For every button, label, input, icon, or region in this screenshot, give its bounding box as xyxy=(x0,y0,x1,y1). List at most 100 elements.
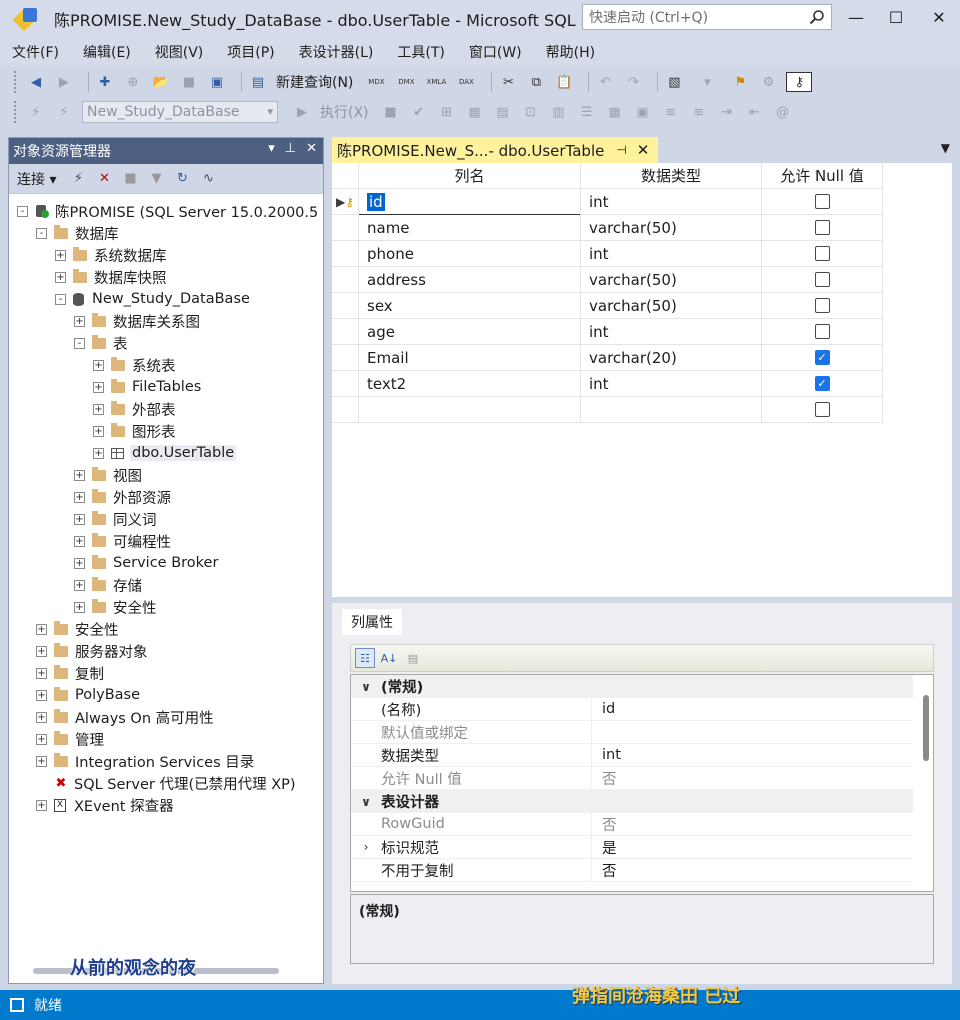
close-window-button[interactable]: ✕ xyxy=(926,6,952,30)
table-row[interactable]: Email varchar(20) ✓ xyxy=(332,345,883,371)
tree-node[interactable]: + 安全性 xyxy=(36,618,119,640)
table-row[interactable]: name varchar(50) xyxy=(332,215,883,241)
tree-node[interactable]: + 服务器对象 xyxy=(36,640,148,662)
row-selector[interactable] xyxy=(332,371,359,397)
expand-chevron-icon[interactable]: › xyxy=(351,840,381,854)
execute-button[interactable]: 执行(X) xyxy=(320,102,369,122)
column-name-cell[interactable]: phone xyxy=(359,241,581,267)
expand-icon[interactable]: + xyxy=(36,623,47,635)
data-type-cell[interactable]: int xyxy=(581,241,762,267)
menu-edit[interactable]: 编辑(E) xyxy=(83,42,131,62)
include-plan-icon[interactable]: ⊡ xyxy=(521,102,541,122)
indent-icon[interactable]: ⇥ xyxy=(717,102,737,122)
property-row[interactable]: 默认值或绑定 xyxy=(351,720,913,744)
data-type-cell[interactable] xyxy=(581,397,762,423)
refresh-icon[interactable]: ↻ xyxy=(174,171,190,187)
tree-node[interactable]: - 陈PROMISE (SQL Server 15.0.2000.5 - xyxy=(17,200,323,222)
tree-node[interactable]: + Always On 高可用性 xyxy=(36,706,214,728)
database-select[interactable]: New_Study_DataBase xyxy=(82,101,278,123)
back-icon[interactable]: ◀ xyxy=(26,72,46,92)
tree-node[interactable]: + 存储 xyxy=(74,574,142,596)
tree-node[interactable]: - New_Study_DataBase xyxy=(55,288,250,310)
tree-node[interactable]: + dbo.UserTable xyxy=(93,442,237,464)
expand-icon[interactable]: + xyxy=(74,513,85,525)
results-file-icon[interactable]: ▣ xyxy=(633,102,653,122)
tree-node[interactable]: - 数据库 xyxy=(36,222,119,244)
activity-monitor-icon[interactable]: ∿ xyxy=(200,171,216,187)
redo-icon[interactable]: ↷ xyxy=(623,72,643,92)
primary-key-icon[interactable]: ⚷ xyxy=(786,72,813,92)
close-icon[interactable]: ✕ xyxy=(637,141,650,159)
forward-icon[interactable]: ▶ xyxy=(54,72,74,92)
dmx-query-icon[interactable]: DMX xyxy=(395,72,417,92)
property-row[interactable]: 数据类型 int xyxy=(351,743,913,767)
row-selector[interactable] xyxy=(332,215,359,241)
expand-icon[interactable]: + xyxy=(93,381,104,393)
property-category[interactable]: ∨ 表设计器 xyxy=(351,790,913,813)
disconnect-icon[interactable]: ✕ xyxy=(96,171,112,187)
mdx-query-icon[interactable]: MDX xyxy=(365,72,387,92)
data-type-cell[interactable]: varchar(50) xyxy=(581,215,762,241)
expand-icon[interactable]: + xyxy=(36,667,47,679)
property-value[interactable]: 否 xyxy=(591,766,911,790)
expand-icon[interactable]: + xyxy=(36,733,47,745)
expand-icon[interactable]: + xyxy=(74,557,85,569)
tree-node[interactable]: + X XEvent 探查器 xyxy=(36,794,174,816)
expand-icon[interactable]: + xyxy=(55,249,66,261)
tree-node[interactable]: + 视图 xyxy=(74,464,142,486)
property-value[interactable]: 是 xyxy=(591,835,911,859)
tree-node[interactable]: + Integration Services 目录 xyxy=(36,750,254,772)
expand-icon[interactable]: + xyxy=(93,403,104,415)
column-header-type[interactable]: 数据类型 xyxy=(581,163,762,189)
display-plan-icon[interactable]: ⊞ xyxy=(437,102,457,122)
client-stats-icon[interactable]: ▥ xyxy=(549,102,569,122)
properties-icon[interactable]: ⚙ xyxy=(758,72,778,92)
tree-node[interactable]: + 安全性 xyxy=(74,596,157,618)
column-name-cell[interactable]: Email xyxy=(359,345,581,371)
xmla-query-icon[interactable]: XMLA xyxy=(425,72,447,92)
filter-icon[interactable]: ▼ xyxy=(148,171,164,187)
stop-icon[interactable]: ■ xyxy=(381,102,401,122)
property-category[interactable]: ∨ (常规) xyxy=(351,675,913,698)
row-selector[interactable]: ▶⚷ xyxy=(332,189,359,215)
collapse-icon[interactable]: - xyxy=(36,227,47,239)
data-type-cell[interactable]: varchar(20) xyxy=(581,345,762,371)
undo-icon[interactable]: ↶ xyxy=(595,72,615,92)
row-selector[interactable] xyxy=(332,397,359,423)
new-query-button[interactable]: 新建查询(N) xyxy=(276,72,353,92)
menu-tools[interactable]: 工具(T) xyxy=(397,42,444,62)
column-name-cell[interactable]: name xyxy=(359,215,581,241)
tree-node[interactable]: + 同义词 xyxy=(74,508,157,530)
column-name-cell[interactable] xyxy=(359,397,581,423)
column-name-cell[interactable]: id xyxy=(359,189,581,215)
menu-help[interactable]: 帮助(H) xyxy=(546,42,595,62)
property-value[interactable]: id xyxy=(591,697,911,721)
table-row[interactable]: ▶⚷ id int xyxy=(332,189,883,215)
dax-query-icon[interactable]: DAX xyxy=(455,72,477,92)
allow-null-checkbox[interactable] xyxy=(814,324,830,339)
activity-monitor-icon[interactable]: ▧ xyxy=(664,72,684,92)
menu-window[interactable]: 窗口(W) xyxy=(469,42,522,62)
alphabetical-icon[interactable]: A↓ xyxy=(379,648,399,668)
pin-icon[interactable]: ⊥ xyxy=(285,141,296,156)
expand-icon[interactable]: + xyxy=(36,645,47,657)
tree-node[interactable]: + 外部资源 xyxy=(74,486,171,508)
menu-project[interactable]: 项目(P) xyxy=(227,42,274,62)
table-row[interactable]: age int xyxy=(332,319,883,345)
property-row[interactable]: 允许 Null 值 否 xyxy=(351,766,913,790)
tree-node[interactable]: -表 xyxy=(74,332,128,354)
menu-view[interactable]: 视图(V) xyxy=(155,42,204,62)
expand-icon[interactable]: + xyxy=(74,535,85,547)
data-type-cell[interactable]: int xyxy=(581,371,762,397)
collapse-icon[interactable]: - xyxy=(17,205,28,217)
collapse-icon[interactable]: - xyxy=(74,337,85,349)
connect-button[interactable]: 连接 ▾ xyxy=(17,169,56,189)
tree-node[interactable]: + 可编程性 xyxy=(74,530,171,552)
allow-null-checkbox[interactable]: ✓ xyxy=(814,350,830,365)
copy-icon[interactable]: ⧉ xyxy=(526,72,546,92)
allow-null-checkbox[interactable] xyxy=(814,220,830,235)
column-name-cell[interactable]: text2 xyxy=(359,371,581,397)
table-row[interactable]: address varchar(50) xyxy=(332,267,883,293)
expand-icon[interactable]: + xyxy=(93,447,104,459)
quick-launch-input[interactable]: 快速启动 (Ctrl+Q) xyxy=(582,4,832,30)
